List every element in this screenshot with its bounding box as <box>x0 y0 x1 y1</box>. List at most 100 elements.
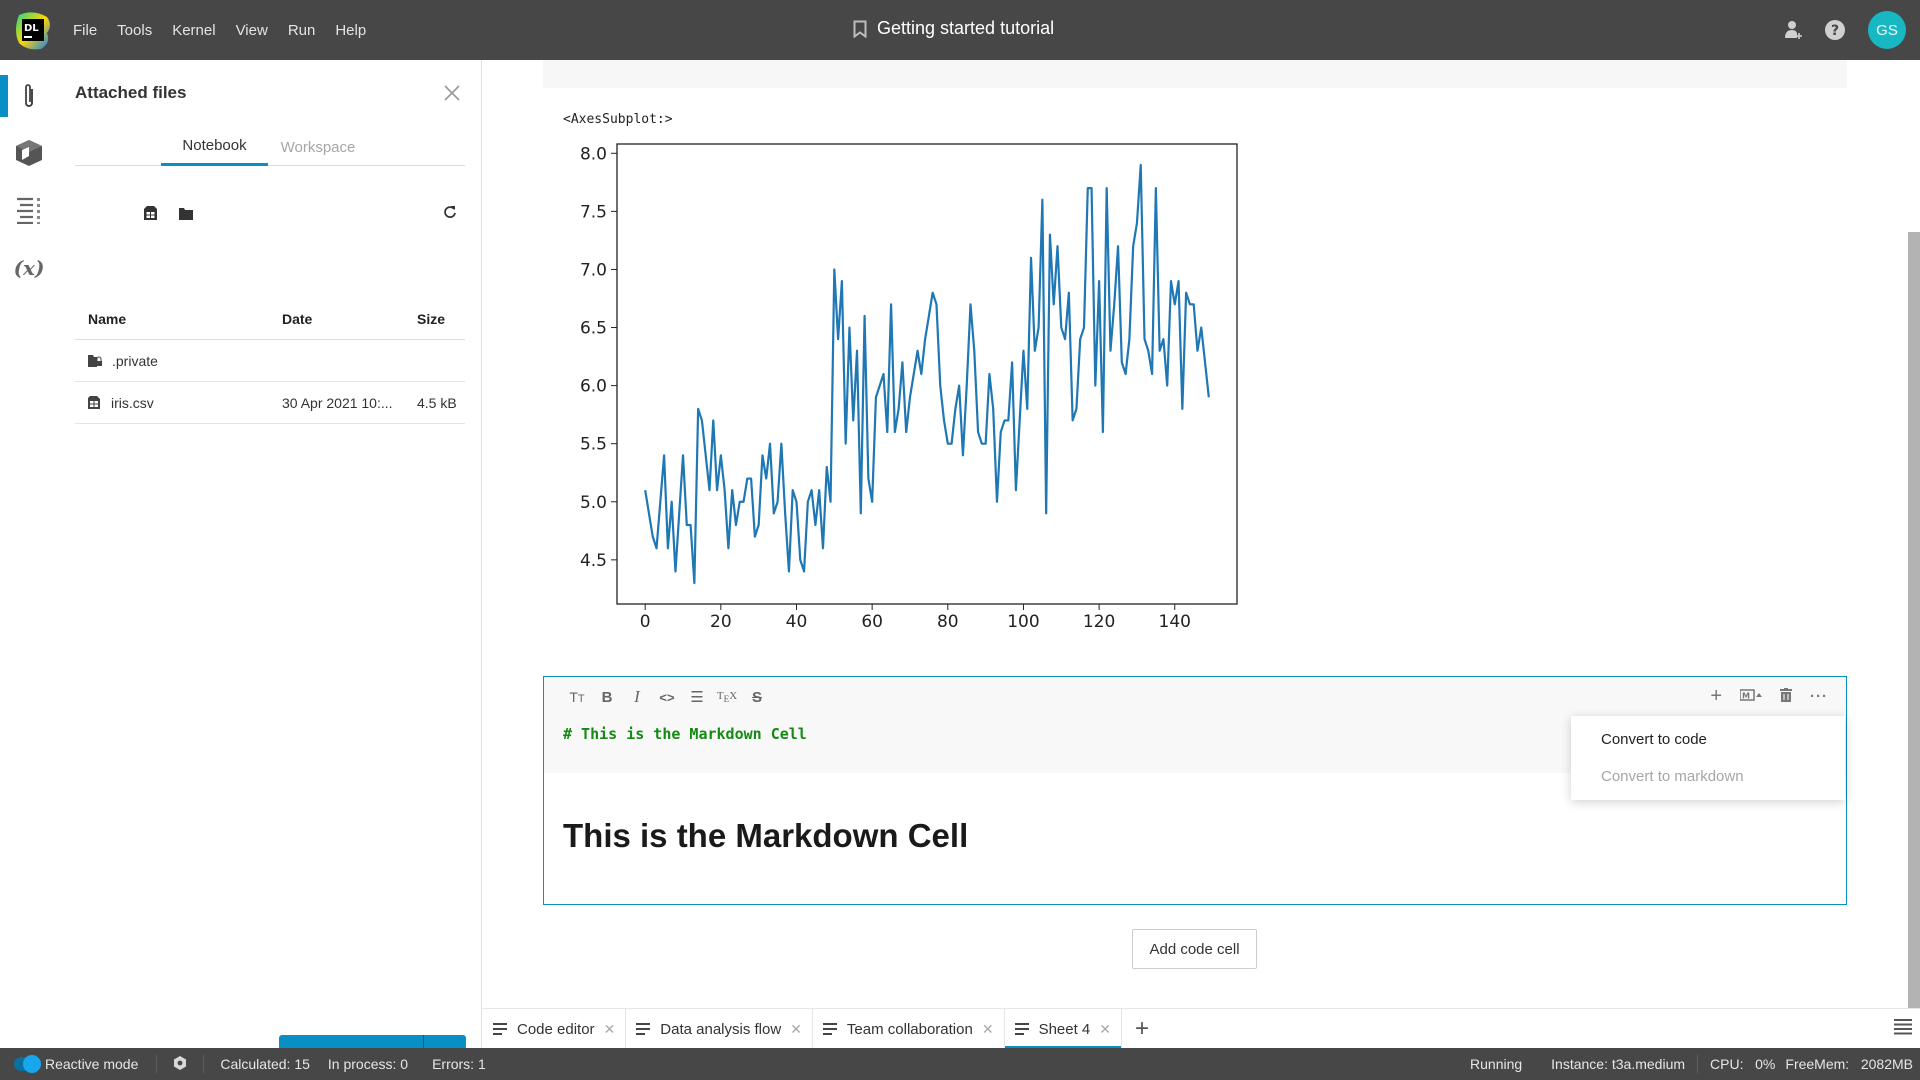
tab-workspace[interactable]: Workspace <box>268 128 368 166</box>
y-tick-label: 8.0 <box>580 144 607 164</box>
text-size-icon[interactable]: TT <box>562 689 592 705</box>
invite-user-icon[interactable] <box>1784 20 1804 40</box>
menu-file[interactable]: File <box>73 22 97 39</box>
package-icon <box>16 140 42 166</box>
sheet-tabs: Code editor ✕ Data analysis flow ✕ Team co… <box>483 1008 1920 1049</box>
y-tick-label: 6.0 <box>580 377 607 397</box>
paperclip-icon <box>25 84 33 107</box>
svg-text:M: M <box>1742 692 1750 701</box>
y-tick-label: 7.0 <box>580 260 607 280</box>
y-tick-label: 6.5 <box>580 319 607 339</box>
markdown-source[interactable]: # This is the Markdown Cell <box>563 725 807 743</box>
errors-count[interactable]: Errors: 1 <box>432 1056 486 1072</box>
sheet-icon <box>1014 1023 1029 1035</box>
sheet-tab-team-collaboration[interactable]: Team collaboration ✕ <box>813 1009 1005 1049</box>
calculated-count: Calculated: 15 <box>220 1056 310 1072</box>
y-tick-label: 5.0 <box>580 493 607 513</box>
more-options-icon[interactable]: ··· <box>1810 688 1828 705</box>
cell-type-icon[interactable]: M <box>1739 688 1762 705</box>
delete-cell-icon[interactable] <box>1780 687 1792 706</box>
top-right-actions: ? GS <box>1784 0 1920 60</box>
markdown-rendered-heading: This is the Markdown Cell <box>563 817 969 854</box>
kernel-hexagon-icon[interactable] <box>173 1055 187 1073</box>
rail-outline[interactable] <box>0 188 58 232</box>
add-code-cell-button[interactable]: Add code cell <box>1132 929 1257 969</box>
close-tab-icon[interactable]: ✕ <box>604 1021 616 1038</box>
menu-convert-to-code[interactable]: Convert to code <box>1571 721 1845 758</box>
files-table-header: Name Date Size <box>75 298 465 340</box>
menu-help[interactable]: Help <box>335 22 366 39</box>
list-icon[interactable]: ☰ <box>682 688 712 706</box>
left-rail: (x) <box>0 60 58 1048</box>
panel-toolbar <box>85 203 460 225</box>
code-icon[interactable]: <> <box>652 690 682 705</box>
refresh-icon[interactable] <box>443 205 457 224</box>
strikethrough-icon[interactable]: S <box>742 689 772 706</box>
rail-variables[interactable]: (x) <box>0 246 58 290</box>
bookmark-icon <box>853 20 867 38</box>
menu-run[interactable]: Run <box>288 22 316 39</box>
new-file-icon[interactable] <box>144 206 157 225</box>
sheet-tab-label: Team collaboration <box>846 1020 973 1038</box>
bold-icon[interactable]: B <box>592 689 622 706</box>
main-menu: File Tools Kernel View Run Help <box>73 0 386 60</box>
user-avatar[interactable]: GS <box>1868 11 1906 49</box>
menu-kernel[interactable]: Kernel <box>172 22 215 39</box>
sheets-menu-icon[interactable] <box>1894 1019 1912 1040</box>
x-tick-label: 140 <box>1159 612 1191 632</box>
x-tick-label: 0 <box>640 612 651 632</box>
reactive-mode-toggle[interactable] <box>14 1055 41 1073</box>
cell-actions: + M ··· <box>1710 685 1828 708</box>
file-row[interactable]: .private <box>75 340 465 382</box>
datalore-logo[interactable]: DL <box>13 11 53 51</box>
svg-text:?: ? <box>1831 23 1839 39</box>
free-memory: FreeMem: 2082MB <box>1785 1056 1913 1072</box>
panel-tabs: Notebook Workspace <box>75 128 465 166</box>
menu-tools[interactable]: Tools <box>117 22 152 39</box>
close-tab-icon[interactable]: ✕ <box>982 1021 994 1038</box>
col-size[interactable]: Size <box>417 311 465 327</box>
instance-type[interactable]: Instance: t3a.medium <box>1551 1056 1685 1072</box>
sheet-tab-code-editor[interactable]: Code editor ✕ <box>483 1009 627 1049</box>
close-tab-icon[interactable]: ✕ <box>1099 1021 1111 1038</box>
table-file-icon <box>88 396 100 409</box>
rail-attached-files[interactable] <box>0 74 58 118</box>
add-sheet-button[interactable]: + <box>1122 1009 1162 1048</box>
close-tab-icon[interactable]: ✕ <box>790 1021 802 1038</box>
y-tick-label: 5.5 <box>580 435 607 455</box>
italic-icon[interactable]: I <box>622 687 652 707</box>
sheet-icon <box>493 1023 507 1035</box>
reactive-mode-label: Reactive mode <box>45 1056 139 1072</box>
sheet-tab-label: Code editor <box>517 1020 595 1038</box>
status-bar: Reactive mode Calculated: 15 In process:… <box>0 1048 1920 1080</box>
sheet-tab-label: Sheet 4 <box>1038 1020 1091 1038</box>
col-name[interactable]: Name <box>75 311 282 327</box>
tab-notebook[interactable]: Notebook <box>161 128 268 166</box>
x-tick-label: 40 <box>786 612 808 632</box>
kernel-state: Running <box>1470 1056 1523 1072</box>
notebook-title[interactable]: Getting started tutorial <box>853 18 1054 39</box>
file-row[interactable]: iris.csv 30 Apr 2021 10:... 4.5 kB <box>75 382 465 424</box>
outline-list-icon <box>17 197 40 224</box>
sheet-icon <box>822 1023 837 1035</box>
tex-icon[interactable]: TEX <box>712 690 742 704</box>
sheet-tab-data-analysis-flow[interactable]: Data analysis flow ✕ <box>626 1009 813 1049</box>
x-tick-label: 80 <box>937 612 959 632</box>
locked-folder-icon <box>88 354 102 367</box>
in-process-count: In process: 0 <box>327 1056 409 1072</box>
col-date[interactable]: Date <box>282 311 417 327</box>
x-tick-label: 20 <box>710 612 732 632</box>
add-cell-icon[interactable]: + <box>1710 685 1722 708</box>
sheet-tab-sheet-4[interactable]: Sheet 4 ✕ <box>1004 1009 1123 1049</box>
svg-text:DL: DL <box>24 23 39 34</box>
previous-code-cell[interactable] <box>543 60 1847 88</box>
menu-view[interactable]: View <box>236 22 268 39</box>
rail-environment[interactable] <box>0 131 58 175</box>
markdown-toolbar: TT B I <> ☰ TEX S <box>562 685 772 709</box>
close-panel-icon[interactable] <box>443 84 461 107</box>
file-name: iris.csv <box>111 394 154 411</box>
x-tick-label: 120 <box>1083 612 1115 632</box>
help-icon[interactable]: ? <box>1824 19 1846 41</box>
new-folder-icon[interactable] <box>179 207 193 225</box>
vertical-scrollbar[interactable] <box>1908 232 1920 1008</box>
